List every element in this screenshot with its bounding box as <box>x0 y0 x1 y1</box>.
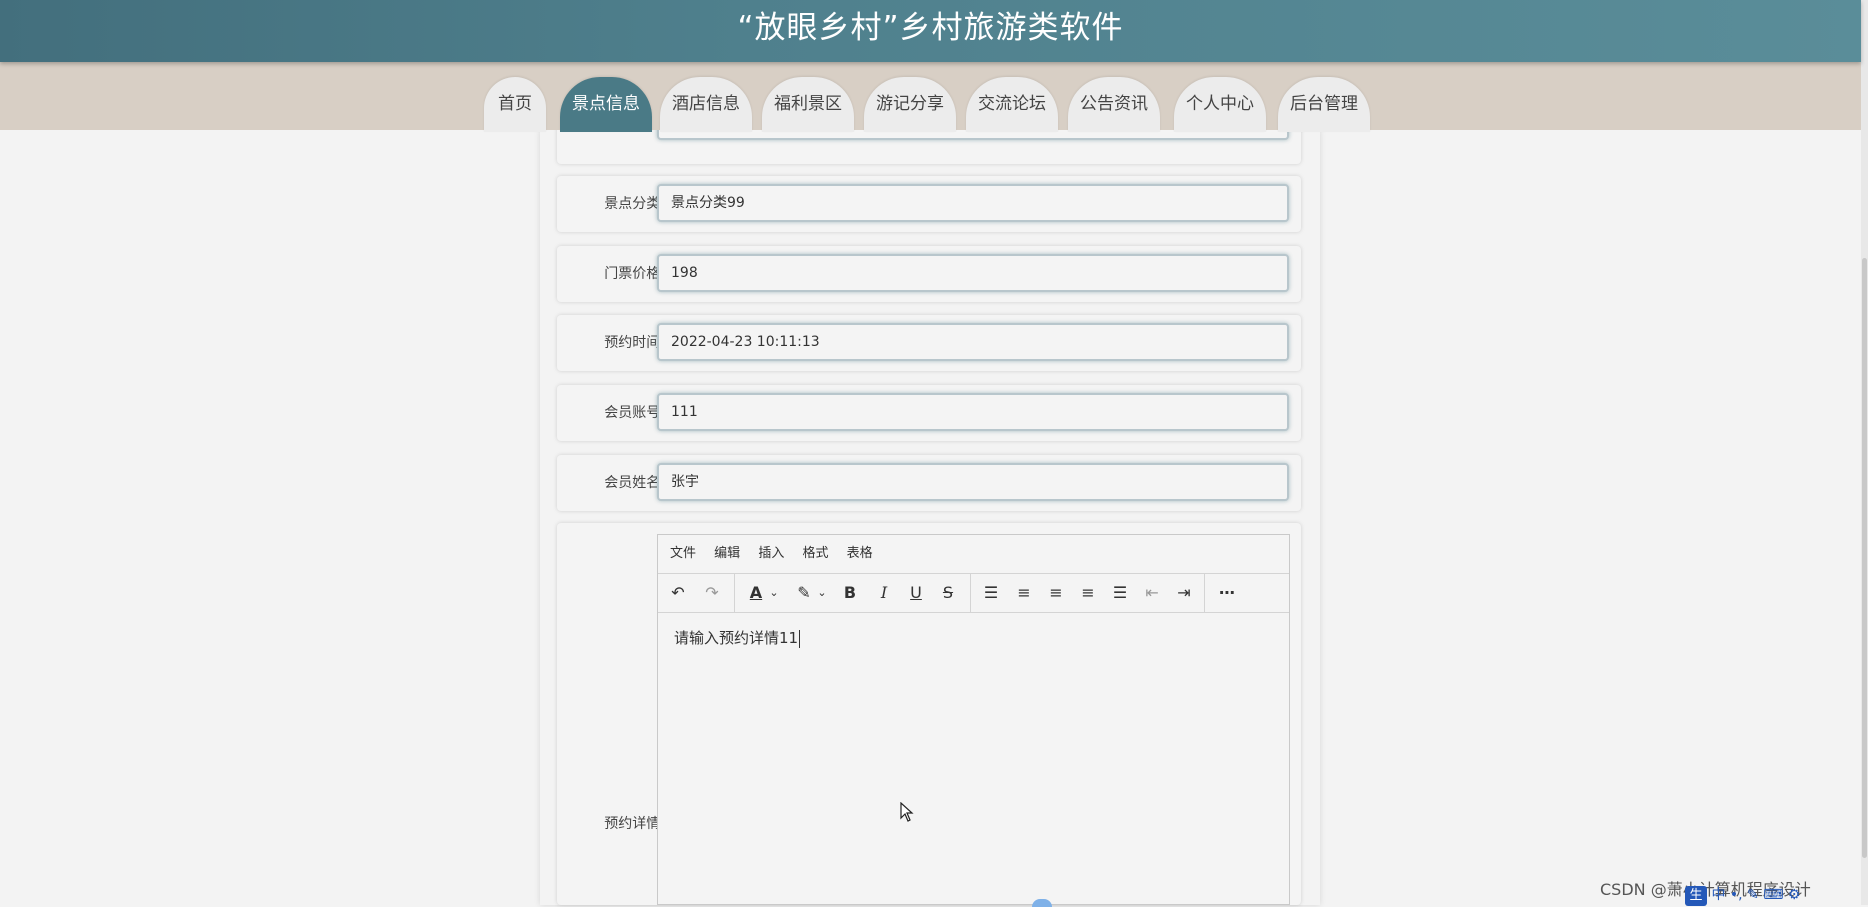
form-row-ticket-price: 门票价格: 198 <box>557 246 1301 302</box>
bold-icon[interactable]: B <box>840 583 860 603</box>
text-caret <box>799 629 801 648</box>
field-label: 预约详情: <box>604 816 665 832</box>
toolbar-divider <box>970 574 971 612</box>
strikethrough-icon[interactable]: S <box>938 583 958 603</box>
editor-menubar: 文件 编辑 插入 格式 表格 <box>658 535 1289 574</box>
indent-icon[interactable]: ⇥ <box>1174 583 1194 603</box>
field-label: 预约时间: <box>604 335 665 351</box>
menu-edit[interactable]: 编辑 <box>714 546 740 561</box>
undo-icon[interactable]: ↶ <box>668 583 688 603</box>
align-center-icon[interactable]: ≡ <box>1046 583 1066 603</box>
form-row-reservation-details: 预约详情: 文件 编辑 插入 格式 表格 ↶ ↷ A ⌄ ✎ ⌄ B I U S… <box>557 523 1301 905</box>
member-account-field[interactable]: 111 <box>657 393 1289 431</box>
menu-format[interactable]: 格式 <box>802 546 828 561</box>
ime-badge[interactable]: 生 <box>1685 886 1707 906</box>
scenic-category-field[interactable]: 景点分类99 <box>657 184 1289 222</box>
page-header: “放眼乡村”乡村旅游类软件 <box>0 0 1861 62</box>
align-justify-icon[interactable]: ☰ <box>1110 583 1130 603</box>
outdent-icon[interactable]: ⇤ <box>1142 583 1162 603</box>
field-label: 会员姓名: <box>604 475 665 491</box>
chevron-down-icon[interactable]: ⌄ <box>768 583 780 603</box>
field-label: 会员账号: <box>604 405 665 421</box>
mouse-pointer-icon <box>900 802 914 822</box>
rich-text-editor: 文件 编辑 插入 格式 表格 ↶ ↷ A ⌄ ✎ ⌄ B I U S ☰ ≡ ≡… <box>657 534 1290 905</box>
menu-file[interactable]: 文件 <box>670 546 696 561</box>
nav-tab-label: 交流论坛 <box>978 94 1046 114</box>
editor-content[interactable]: 请输入预约详情11 <box>658 613 1289 662</box>
nav-tab-label: 景点信息 <box>572 94 640 114</box>
nav-tab-label: 酒店信息 <box>672 94 740 114</box>
page-title: “放眼乡村”乡村旅游类软件 <box>737 10 1124 46</box>
nav-tab-label: 福利景区 <box>774 94 842 114</box>
nav-tab-label: 首页 <box>498 94 532 114</box>
nav-tab-label: 游记分享 <box>876 94 944 114</box>
field-label: 景点分类: <box>604 196 665 212</box>
editor-toolbar: ↶ ↷ A ⌄ ✎ ⌄ B I U S ☰ ≡ ≡ ≡ ☰ ⇤ ⇥ ⋯ <box>658 574 1289 613</box>
editor-text: 请输入预约详情11 <box>674 629 799 647</box>
nav-tab-home[interactable]: 首页 <box>484 77 546 132</box>
more-icon[interactable]: ⋯ <box>1214 583 1240 603</box>
highlight-color-icon[interactable]: ✎ <box>794 583 814 603</box>
underline-icon[interactable]: U <box>906 583 926 603</box>
nav-tab-label: 公告资讯 <box>1080 94 1148 114</box>
italic-icon[interactable]: I <box>874 583 894 603</box>
menu-insert[interactable]: 插入 <box>758 546 784 561</box>
toolbar-divider <box>734 574 735 612</box>
ime-toolbar[interactable]: 生 中 •, ✎ ⌨ ⚙ <box>1685 884 1800 906</box>
menu-table[interactable]: 表格 <box>847 546 873 561</box>
scrollbar-thumb[interactable] <box>1862 258 1867 858</box>
line-height-icon[interactable]: ☰ <box>980 583 1002 603</box>
form-row-scenic-category: 景点分类: 景点分类99 <box>557 176 1301 232</box>
nav-tab-label: 后台管理 <box>1290 94 1358 114</box>
nav-tab-label: 个人中心 <box>1186 94 1254 114</box>
form-row-member-name: 会员姓名: 张宇 <box>557 455 1301 511</box>
form-row-member-account: 会员账号: 111 <box>557 385 1301 441</box>
member-name-field[interactable]: 张宇 <box>657 463 1289 501</box>
ime-icons[interactable]: 中 •, ✎ ⌨ ⚙ <box>1711 887 1800 903</box>
field-label: 门票价格: <box>604 266 665 282</box>
page-scrollbar[interactable] <box>1861 0 1868 905</box>
reservation-time-field[interactable]: 2022-04-23 10:11:13 <box>657 323 1289 361</box>
form-row-reservation-time: 预约时间: 2022-04-23 10:11:13 <box>557 315 1301 371</box>
align-left-icon[interactable]: ≡ <box>1014 583 1034 603</box>
toolbar-divider <box>1204 574 1205 612</box>
redo-icon[interactable]: ↷ <box>702 583 722 603</box>
chevron-down-icon[interactable]: ⌄ <box>816 583 828 603</box>
align-right-icon[interactable]: ≡ <box>1078 583 1098 603</box>
floating-indicator <box>1032 899 1052 907</box>
text-color-icon[interactable]: A <box>746 583 766 603</box>
ticket-price-field[interactable]: 198 <box>657 254 1289 292</box>
